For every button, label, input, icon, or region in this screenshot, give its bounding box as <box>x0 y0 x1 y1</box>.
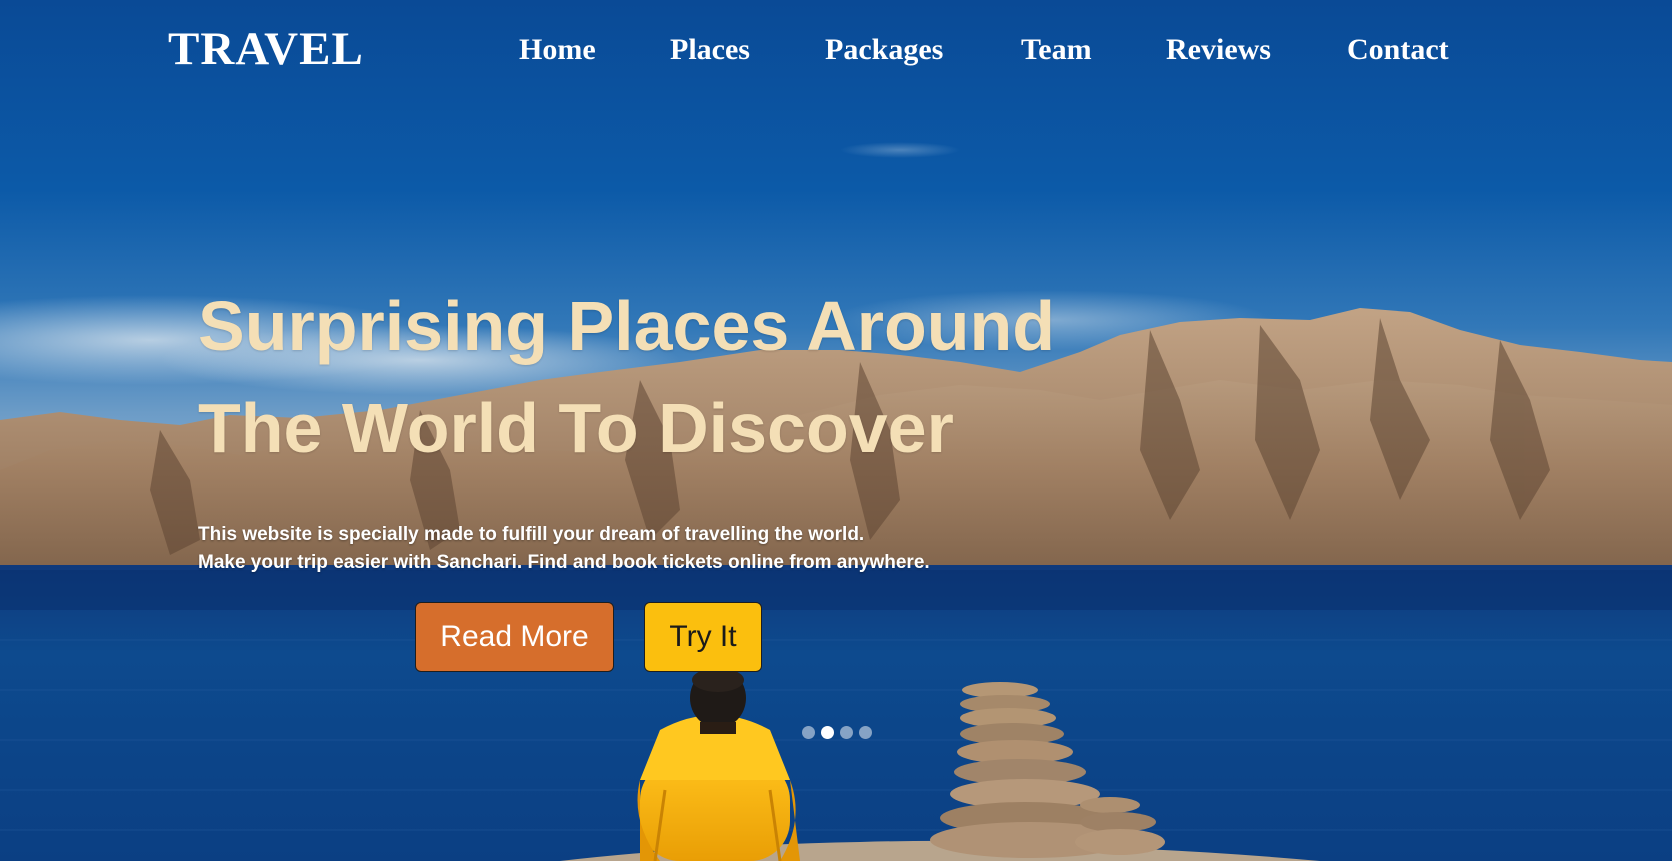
headline-line-1: Surprising Places Around <box>198 287 1056 365</box>
nav-contact[interactable]: Contact <box>1347 28 1449 72</box>
hero-section: TRAVEL Home Places Packages Team Reviews… <box>0 0 1672 861</box>
headline-line-2: The World To Discover <box>198 389 954 467</box>
description-line-1: This website is specially made to fulfil… <box>198 524 865 545</box>
top-navbar: TRAVEL Home Places Packages Team Reviews… <box>0 0 1672 100</box>
carousel-dot-1[interactable] <box>802 726 815 739</box>
hero-headline: Surprising Places Around The World To Di… <box>198 275 1055 479</box>
description-line-2: Make your trip easier with Sanchari. Fin… <box>198 552 930 573</box>
try-it-button[interactable]: Try It <box>644 602 762 672</box>
site-logo[interactable]: TRAVEL <box>168 22 364 77</box>
carousel-dot-4[interactable] <box>859 726 872 739</box>
nav-reviews[interactable]: Reviews <box>1166 28 1271 72</box>
carousel-dot-3[interactable] <box>840 726 853 739</box>
nav-packages[interactable]: Packages <box>825 28 943 72</box>
carousel-indicators <box>802 726 872 740</box>
nav-home[interactable]: Home <box>519 28 596 72</box>
nav-places[interactable]: Places <box>670 28 750 72</box>
read-more-button[interactable]: Read More <box>415 602 614 672</box>
hero-description: This website is specially made to fulfil… <box>198 521 930 577</box>
nav-team[interactable]: Team <box>1021 28 1092 72</box>
carousel-dot-2[interactable] <box>821 726 834 739</box>
